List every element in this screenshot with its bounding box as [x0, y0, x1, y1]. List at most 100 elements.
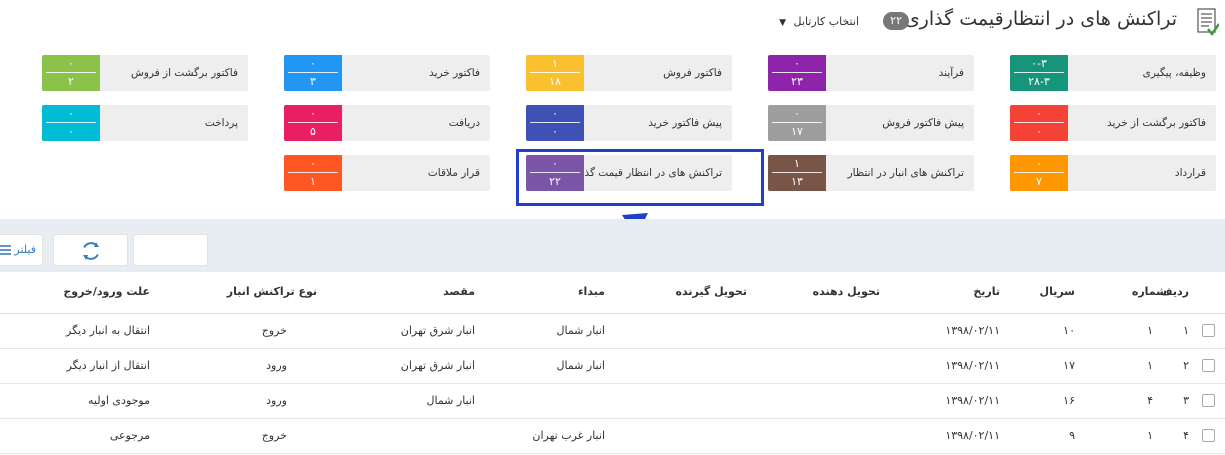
- transactions-table: ردیف شماره سریال تاریخ تحویل دهنده تحویل گیرن…: [0, 272, 1225, 454]
- tile-count-bottom: ۰: [1036, 125, 1042, 138]
- tile-count-bottom: ۱۸: [549, 75, 561, 88]
- highlight-box: [516, 149, 764, 206]
- table-cell: ۱۷: [1063, 359, 1075, 372]
- tile-count-box: ۱ ۱۳: [768, 155, 826, 191]
- column-header[interactable]: تاریخ: [973, 285, 1000, 298]
- tile-label: قرار ملاقات: [427, 167, 480, 179]
- table-cell: انبار غرب تهران: [532, 429, 605, 442]
- filter-label: فیلتر: [14, 243, 36, 256]
- table-cell: انتقال از انبار دیگر: [66, 359, 150, 372]
- tile-count-top: ۰: [68, 57, 74, 70]
- tile-count-top: ۰: [794, 107, 800, 120]
- row-checkbox[interactable]: [1202, 394, 1215, 407]
- tile-label: قرارداد: [1174, 167, 1206, 179]
- tile-count-top: ۰: [68, 107, 74, 120]
- table-cell: ورود: [266, 359, 287, 372]
- column-header[interactable]: تحویل دهنده: [813, 285, 880, 298]
- table-body: ۱ ۱ ۱۰ ۱۳۹۸/۰۲/۱۱ انبار شمال انبار شرق تهران خ…: [0, 314, 1225, 454]
- column-header[interactable]: نوع تراکنش انبار: [227, 285, 317, 298]
- tile-label: فرآیند: [938, 67, 964, 79]
- table-cell: خروج: [261, 429, 287, 442]
- column-header[interactable]: علت ورود/خروج: [63, 285, 150, 298]
- table-cell: انبار شمال: [556, 324, 605, 337]
- tile-count-bottom: ۲: [68, 75, 74, 88]
- tile-11[interactable]: تراکنش های انبار در انتظار ۱ ۱۳: [768, 155, 974, 191]
- tile-label: وظیفه، پیگیری: [1142, 67, 1206, 79]
- toolbar: فیلتر: [0, 219, 1225, 272]
- tile-7[interactable]: پیش فاکتور خرید ۰ ۰: [526, 105, 732, 141]
- tile-count-bottom: ۲۸-۳: [1028, 75, 1050, 88]
- tile-3[interactable]: فاکتور خرید ۰ ۳: [284, 55, 490, 91]
- column-header[interactable]: مبداء: [578, 285, 605, 298]
- cartable-dropdown[interactable]: انتخاب کارتابل ▼: [779, 15, 859, 28]
- tile-13[interactable]: قرار ملاقات ۰ ۱: [284, 155, 490, 191]
- tile-8[interactable]: دریافت ۰ ۵: [284, 105, 490, 141]
- table-cell: ۱۳۹۸/۰۲/۱۱: [945, 394, 1000, 407]
- table-row[interactable]: ۳ ۴ ۱۶ ۱۳۹۸/۰۲/۱۱ انبار شمال ورود موجودی اولیه: [0, 384, 1225, 419]
- table-header: ردیف شماره سریال تاریخ تحویل دهنده تحویل گیرن…: [0, 272, 1225, 314]
- column-header[interactable]: تحویل گیرنده: [676, 285, 747, 298]
- tile-count-top: ۰: [794, 57, 800, 70]
- page-title: تراکنش های در انتظارقیمت گذاری: [904, 8, 1177, 30]
- blank-button[interactable]: [133, 234, 208, 266]
- tile-0[interactable]: وظیفه، پیگیری ۰-۳ ۲۸-۳: [1010, 55, 1216, 91]
- row-checkbox[interactable]: [1202, 324, 1215, 337]
- tile-label: تراکنش های انبار در انتظار: [847, 167, 964, 179]
- table-cell: انبار شرق تهران: [400, 324, 475, 337]
- tile-count-box: ۰-۳ ۲۸-۳: [1010, 55, 1068, 91]
- table-cell: ۱: [1147, 324, 1153, 337]
- table-cell: ۲: [1183, 359, 1189, 372]
- count-badge: ۲۲: [883, 12, 909, 30]
- table-cell: ۹: [1069, 429, 1075, 442]
- table-cell: ۱: [1147, 359, 1153, 372]
- tile-count-box: ۰۳: [284, 55, 342, 91]
- tile-2[interactable]: فاکتور فروش ۱ ۱۸: [526, 55, 732, 91]
- tile-count-top: ۰: [310, 157, 316, 170]
- tile-count-bottom: ۱۳: [791, 175, 803, 188]
- table-row[interactable]: ۴ ۱ ۹ ۱۳۹۸/۰۲/۱۱ انبار غرب تهران خروج مرجوعی: [0, 419, 1225, 454]
- table-row[interactable]: ۲ ۱ ۱۷ ۱۳۹۸/۰۲/۱۱ انبار شمال انبار شرق تهران و…: [0, 349, 1225, 384]
- table-cell: ۴: [1147, 394, 1153, 407]
- filter-button[interactable]: فیلتر: [0, 234, 43, 266]
- tile-count-top: ۰-۳: [1031, 57, 1047, 70]
- table-cell: ورود: [266, 394, 287, 407]
- tile-label: پیش فاکتور خرید: [648, 117, 722, 129]
- tile-6[interactable]: پیش فاکتور فروش ۰ ۱۷: [768, 105, 974, 141]
- tile-count-bottom: ۵: [310, 125, 316, 138]
- table-cell: ۱۶: [1063, 394, 1075, 407]
- column-header[interactable]: سریال: [1040, 285, 1075, 298]
- filter-list-icon: [0, 245, 11, 255]
- column-header[interactable]: مقصد: [443, 285, 475, 298]
- table-cell: ۱۳۹۸/۰۲/۱۱: [945, 429, 1000, 442]
- table-cell: ۱۰: [1063, 324, 1075, 337]
- column-header[interactable]: شماره: [1132, 285, 1167, 298]
- tile-label: فاکتور برگشت از فروش: [131, 67, 238, 79]
- tile-label: فاکتور برگشت از خرید: [1107, 117, 1206, 129]
- table-cell: انبار شمال: [426, 394, 475, 407]
- row-checkbox[interactable]: [1202, 359, 1215, 372]
- page-header: تراکنش های در انتظارقیمت گذاری ۲۲ انتخاب…: [0, 0, 1225, 46]
- refresh-button[interactable]: [53, 234, 128, 266]
- refresh-icon: [83, 242, 99, 260]
- row-checkbox[interactable]: [1202, 429, 1215, 442]
- tile-count-top: ۰: [310, 107, 316, 120]
- table-cell: مرجوعی: [109, 429, 150, 442]
- table-row[interactable]: ۱ ۱ ۱۰ ۱۳۹۸/۰۲/۱۱ انبار شمال انبار شرق تهران خ…: [0, 314, 1225, 349]
- tile-count-top: ۱: [794, 157, 800, 170]
- tile-1[interactable]: فرآیند ۰ ۲۳: [768, 55, 974, 91]
- tile-count-box: ۰۰: [1010, 105, 1068, 141]
- tile-label: دریافت: [448, 117, 480, 129]
- tile-10[interactable]: قرارداد ۰ ۷: [1010, 155, 1216, 191]
- tile-count-bottom: ۳: [310, 75, 316, 88]
- table-cell: ۱۳۹۸/۰۲/۱۱: [945, 359, 1000, 372]
- tile-5[interactable]: فاکتور برگشت از خرید ۰ ۰: [1010, 105, 1216, 141]
- table-cell: ۱: [1147, 429, 1153, 442]
- tile-count-top: ۰: [552, 107, 558, 120]
- table-cell: خروج: [261, 324, 287, 337]
- tile-count-box: ۰۰: [42, 105, 100, 141]
- tile-count-bottom: ۰: [552, 125, 558, 138]
- tile-9[interactable]: پرداخت ۰ ۰: [42, 105, 248, 141]
- tile-count-box: ۰۱: [284, 155, 342, 191]
- tile-4[interactable]: فاکتور برگشت از فروش ۰ ۲: [42, 55, 248, 91]
- tile-count-box: ۰ ۲۳: [768, 55, 826, 91]
